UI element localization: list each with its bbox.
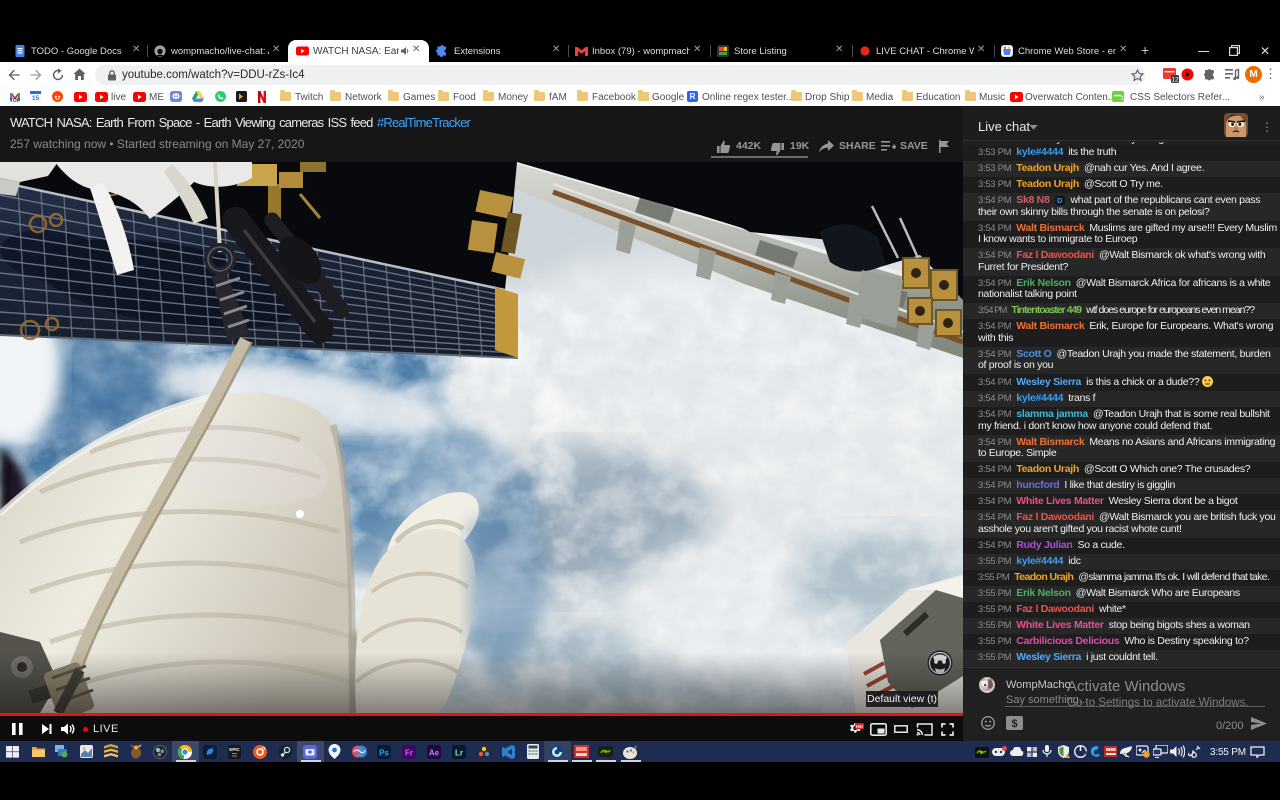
svg-text:Ps: Ps [379, 749, 389, 758]
svg-text:$: $ [1011, 718, 1017, 730]
svg-text:EPIC: EPIC [229, 747, 240, 752]
svg-text:15: 15 [32, 95, 40, 102]
svg-text:Ae: Ae [429, 749, 440, 758]
svg-text:!: ! [1067, 754, 1068, 758]
svg-text:3: 3 [1121, 96, 1124, 102]
svg-text:Fr: Fr [405, 749, 413, 758]
svg-text:12: 12 [1171, 77, 1179, 84]
svg-text:Lr: Lr [455, 749, 463, 758]
svg-text:TOP: TOP [10, 98, 21, 103]
svg-text:HD: HD [856, 724, 863, 729]
